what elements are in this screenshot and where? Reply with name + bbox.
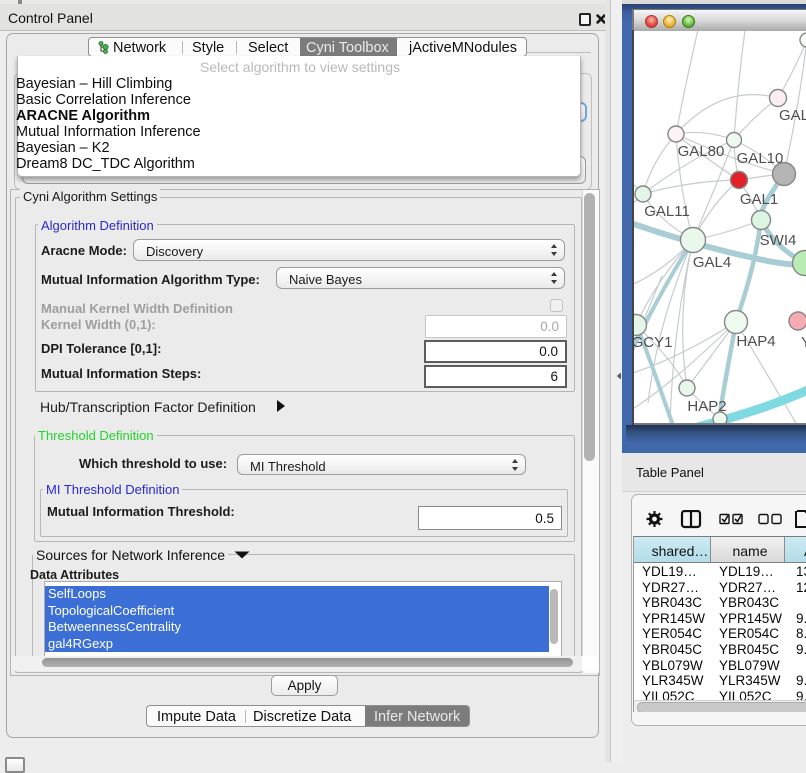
svg-text:GAL4: GAL4 bbox=[693, 254, 731, 271]
svg-text:GAL1: GAL1 bbox=[740, 191, 778, 208]
svg-text:HAP4: HAP4 bbox=[736, 333, 775, 350]
svg-text:GAL7: GAL7 bbox=[779, 107, 806, 124]
svg-text:GAL10: GAL10 bbox=[737, 150, 784, 167]
svg-text:GAL11: GAL11 bbox=[644, 203, 690, 220]
svg-text:SWI4: SWI4 bbox=[760, 232, 797, 249]
svg-text:HAP2: HAP2 bbox=[687, 398, 726, 415]
svg-text:YEL0: YEL0 bbox=[801, 334, 806, 351]
svg-text:GAL80: GAL80 bbox=[678, 143, 725, 160]
svg-text:GCY1: GCY1 bbox=[634, 334, 672, 351]
